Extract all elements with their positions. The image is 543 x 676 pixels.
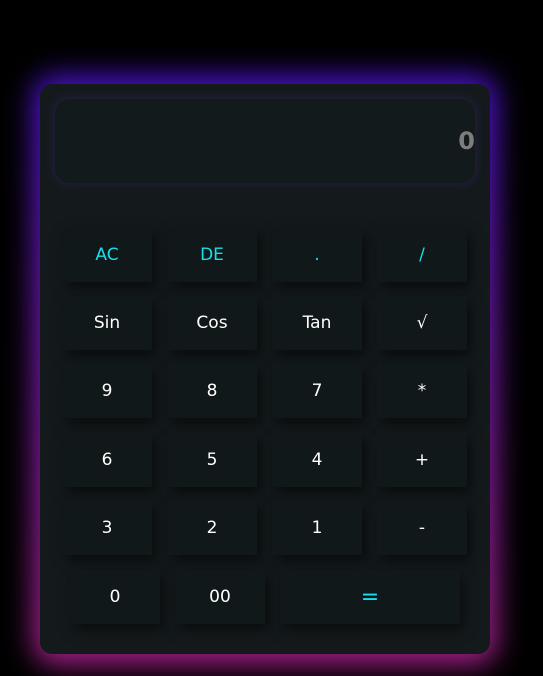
double-zero-button[interactable]: 00 xyxy=(175,570,265,624)
digit-2-button[interactable]: 2 xyxy=(167,501,257,555)
digit-6-button[interactable]: 6 xyxy=(62,433,152,487)
tan-button[interactable]: Tan xyxy=(272,296,362,350)
clear-button[interactable]: AC xyxy=(62,228,152,282)
digit-0-button[interactable]: 0 xyxy=(70,570,160,624)
digit-8-button[interactable]: 8 xyxy=(167,364,257,418)
delete-button[interactable]: DE xyxy=(167,228,257,282)
display-value: 0 xyxy=(458,127,475,155)
sin-button[interactable]: Sin xyxy=(62,296,152,350)
calculator: 0 AC DE. / Sin Cos Tan √ 9 8 7 * 6 5 4 +3 2 1-0 00 = xyxy=(40,84,490,654)
display: 0 xyxy=(55,99,475,183)
add-button[interactable]: + xyxy=(377,433,467,487)
sqrt-button[interactable]: √ xyxy=(377,296,467,350)
decimal-button[interactable]: . xyxy=(272,228,362,282)
digit-4-button[interactable]: 4 xyxy=(272,433,362,487)
subtract-button[interactable]: - xyxy=(377,501,467,555)
digit-5-button[interactable]: 5 xyxy=(167,433,257,487)
digit-7-button[interactable]: 7 xyxy=(272,364,362,418)
digit-9-button[interactable]: 9 xyxy=(62,364,152,418)
digit-3-button[interactable]: 3 xyxy=(62,501,152,555)
equals-button[interactable]: = xyxy=(280,570,460,624)
divide-button[interactable]: / xyxy=(377,228,467,282)
digit-1-button[interactable]: 1 xyxy=(272,501,362,555)
multiply-button[interactable]: * xyxy=(377,364,467,418)
cos-button[interactable]: Cos xyxy=(167,296,257,350)
